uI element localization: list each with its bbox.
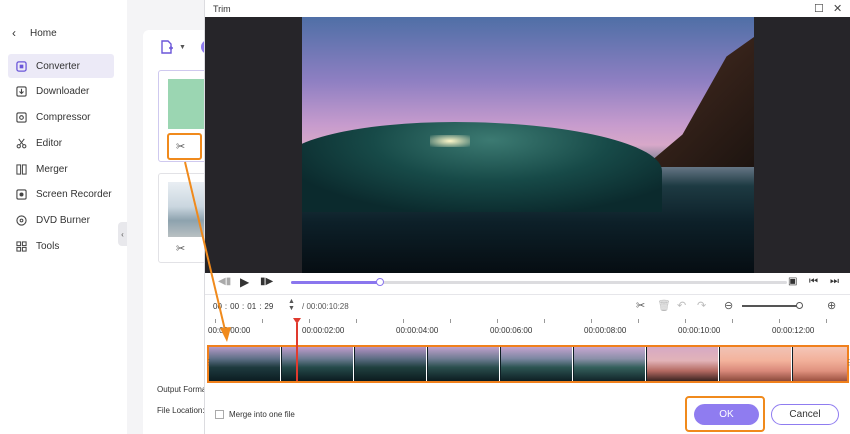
- collapse-sidebar-button[interactable]: ‹: [118, 222, 127, 246]
- ok-button-highlight: [685, 396, 765, 432]
- previous-frame-icon[interactable]: ◀▮: [218, 276, 231, 287]
- sidebar-item-label: Converter: [36, 60, 80, 72]
- ruler-label: 00:00:04:00: [396, 326, 439, 335]
- redo-icon[interactable]: ↷: [697, 299, 706, 312]
- compressor-icon: [16, 111, 27, 123]
- sidebar-item-label: DVD Burner: [36, 214, 90, 226]
- ruler-label: 00:00:10:00: [678, 326, 721, 335]
- screen-recorder-icon: [16, 188, 27, 200]
- sidebar-item-label: Editor: [36, 137, 63, 149]
- timeline-clip[interactable]: [207, 345, 849, 383]
- ruler-label: 00:00:00:00: [208, 326, 251, 335]
- zoom-in-icon[interactable]: ⊕: [827, 299, 836, 312]
- downloader-icon: [16, 85, 27, 97]
- merger-icon: [16, 163, 27, 175]
- trim-icon-highlight: [167, 133, 202, 160]
- progress-fill: [291, 281, 381, 284]
- jump-end-icon[interactable]: ⏭: [830, 276, 839, 287]
- converter-icon: [16, 60, 27, 72]
- ruler-label: 00:00:02:00: [302, 326, 345, 335]
- clip-frame: [501, 347, 573, 381]
- trim-dialog: Trim ☐ ✕ ◀▮ ▶ ▮▶ ▣ ⏮ ⏭ 00 : 00 : 01 : 29…: [204, 0, 850, 434]
- home-label: Home: [30, 27, 57, 39]
- video-thumbnail: [168, 182, 208, 237]
- sidebar-item-screen-recorder[interactable]: Screen Recorder: [8, 182, 114, 206]
- home-link[interactable]: ‹ Home: [12, 26, 57, 40]
- cut-scissor-icon[interactable]: ✂: [636, 299, 645, 312]
- play-icon[interactable]: ▶: [240, 275, 249, 289]
- zoom-out-icon[interactable]: ⊖: [724, 299, 733, 312]
- close-icon[interactable]: ✕: [833, 2, 842, 15]
- time-minutes: 00: [230, 301, 240, 311]
- sidebar-item-label: Tools: [36, 240, 60, 252]
- sidebar-item-tools[interactable]: Tools: [8, 234, 114, 258]
- sidebar-item-label: Compressor: [36, 111, 91, 123]
- sidebar-item-label: Downloader: [36, 85, 90, 97]
- current-time-input[interactable]: 00 : 00 : 01 : 29: [213, 299, 299, 313]
- file-location-label: File Location:: [157, 406, 205, 415]
- sidebar-item-downloader[interactable]: Downloader: [8, 79, 114, 103]
- sidebar-item-label: Screen Recorder: [36, 188, 112, 200]
- clip-start-handle[interactable]: ⋮: [205, 358, 213, 367]
- cancel-button[interactable]: Cancel: [771, 404, 839, 425]
- zoom-slider[interactable]: [742, 305, 802, 307]
- snapshot-icon[interactable]: ▣: [788, 276, 797, 287]
- merge-label: Merge into one file: [229, 410, 295, 419]
- tools-icon: [16, 240, 27, 252]
- time-seconds: 01: [247, 301, 257, 311]
- zoom-slider-knob[interactable]: [796, 302, 803, 309]
- sidebar-item-editor[interactable]: Editor: [8, 131, 114, 155]
- jump-start-icon[interactable]: ⏮: [809, 276, 818, 287]
- clip-frame: [428, 347, 500, 381]
- output-format-label: Output Forma: [157, 385, 207, 394]
- clip-frame: [793, 347, 847, 381]
- sidebar-item-dvd-burner[interactable]: DVD Burner: [8, 208, 114, 232]
- time-frames: 29: [264, 301, 274, 311]
- video-thumbnail: [168, 79, 208, 129]
- add-file-button[interactable]: ▼: [160, 40, 186, 54]
- time-stepper[interactable]: ▲ ▼: [288, 298, 295, 312]
- trim-scissor-icon[interactable]: ✂: [176, 242, 185, 255]
- undo-icon[interactable]: ↶: [677, 299, 686, 312]
- video-preview[interactable]: [302, 17, 754, 273]
- clip-end-handle[interactable]: ⋮: [845, 358, 850, 367]
- clip-frame: [355, 347, 427, 381]
- clip-frame: [209, 347, 281, 381]
- playback-progress[interactable]: [291, 278, 787, 286]
- sidebar-item-converter[interactable]: Converter: [8, 54, 114, 78]
- clip-frame: [647, 347, 719, 381]
- sidebar-item-merger[interactable]: Merger: [8, 157, 114, 181]
- time-hours: 00: [213, 301, 222, 311]
- add-file-icon: [161, 40, 173, 54]
- sidebar-item-compressor[interactable]: Compressor: [8, 105, 114, 129]
- next-frame-icon[interactable]: ▮▶: [260, 276, 273, 287]
- ruler-label: 00:00:06:00: [490, 326, 533, 335]
- dvd-burner-icon: [16, 214, 27, 226]
- editor-icon: [16, 138, 27, 149]
- divider: [205, 294, 850, 295]
- merge-checkbox[interactable]: [215, 410, 224, 419]
- clip-frame: [720, 347, 792, 381]
- delete-icon[interactable]: 🗑: [657, 299, 671, 312]
- sidebar-item-label: Merger: [36, 163, 68, 175]
- dialog-title: Trim: [213, 4, 231, 14]
- ruler-label: 00:00:12:00: [772, 326, 815, 335]
- ruler-label: 00:00:08:00: [584, 326, 627, 335]
- total-duration: / 00:00:10:28: [302, 302, 349, 311]
- progress-knob[interactable]: [376, 278, 385, 286]
- chevron-left-icon: ‹: [12, 26, 16, 40]
- maximize-icon[interactable]: ☐: [814, 2, 824, 15]
- playhead-line: [296, 323, 298, 381]
- clip-frame: [574, 347, 646, 381]
- chevron-down-icon: ▼: [179, 43, 186, 51]
- sidebar: ‹ Home Converter Downloader Compressor E…: [0, 0, 127, 434]
- clip-frame: [282, 347, 354, 381]
